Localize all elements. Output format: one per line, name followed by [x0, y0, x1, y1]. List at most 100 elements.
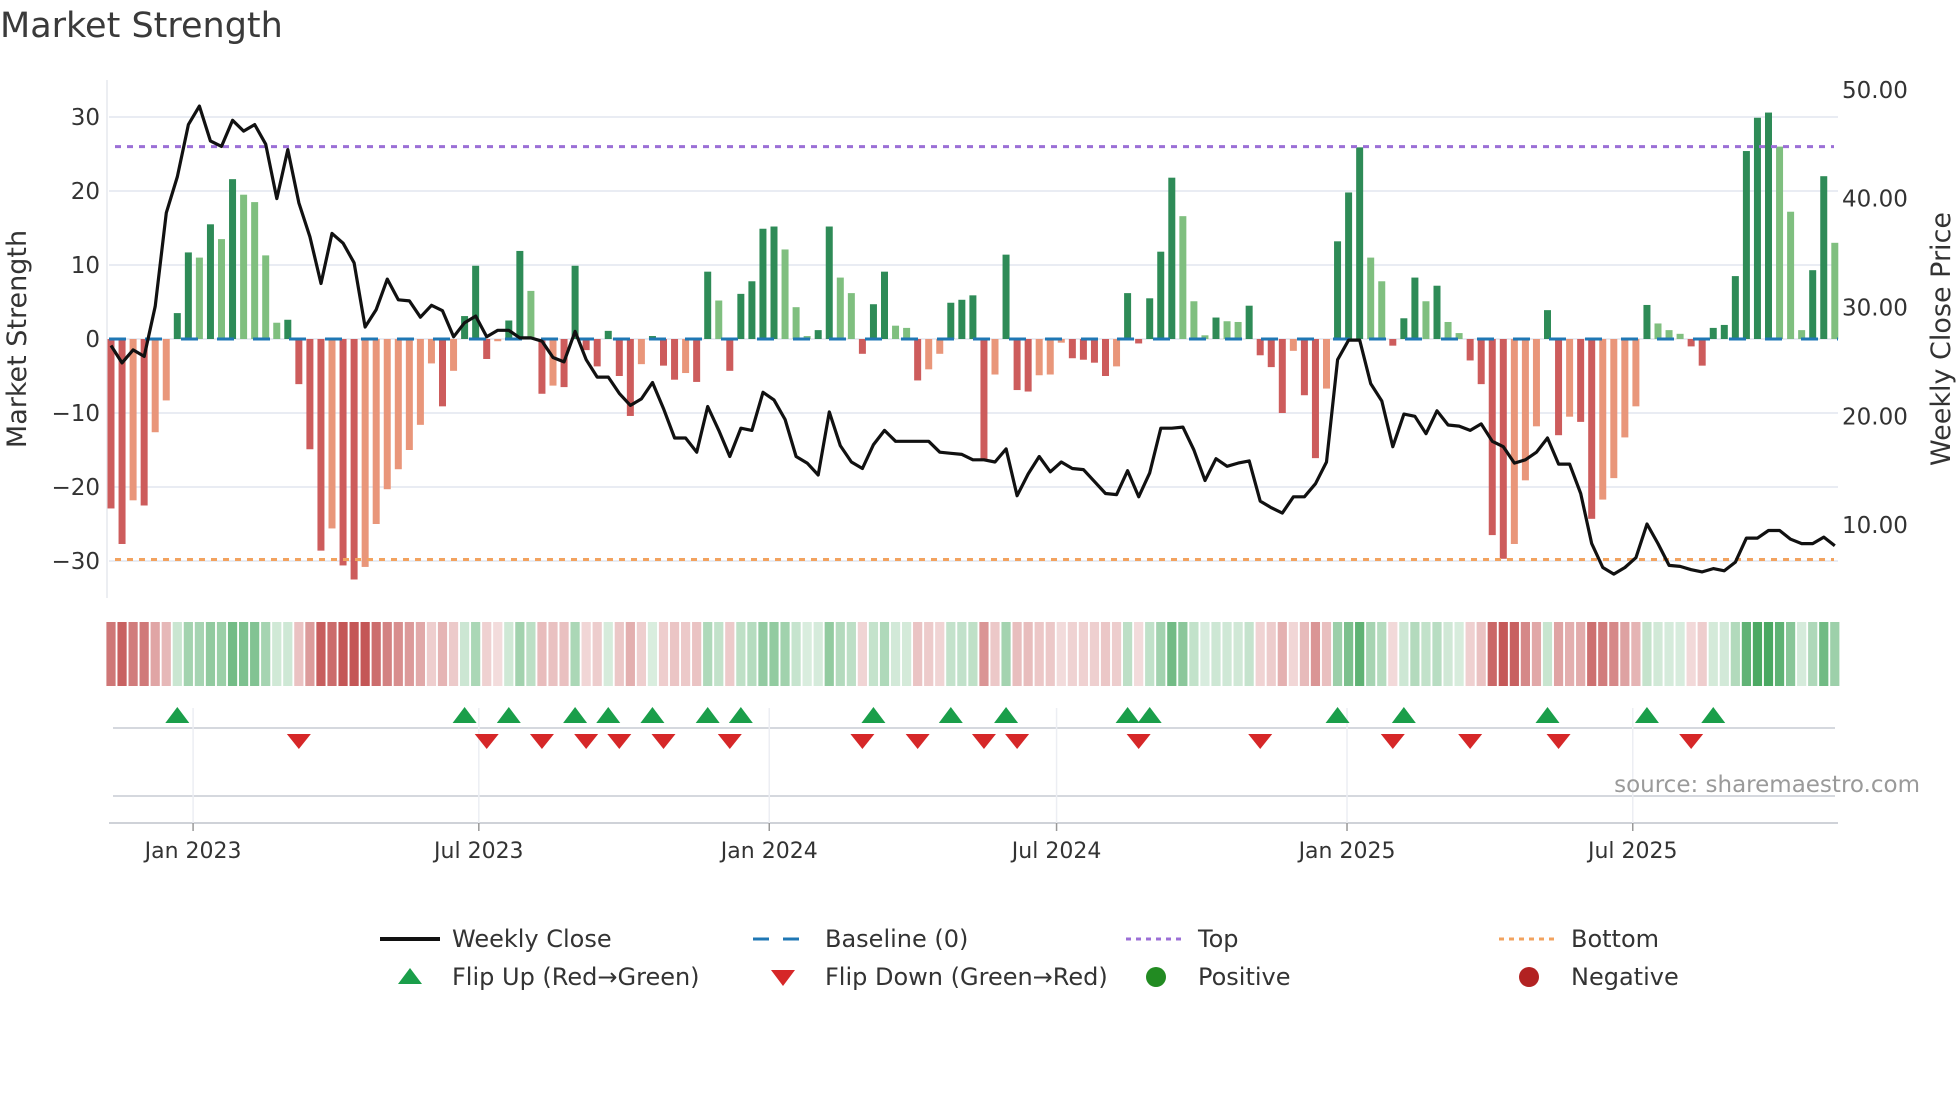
positive-bar: [903, 327, 911, 339]
positive-bar: [1709, 327, 1717, 339]
heat-cell-negative: [1697, 622, 1707, 686]
heat-cell-negative: [1531, 622, 1542, 686]
negative-bar: [1090, 339, 1098, 363]
heat-cell-negative: [935, 622, 945, 686]
heat-cell-positive: [1752, 622, 1763, 686]
flip-down-marker: [1248, 734, 1273, 749]
positive-bar: [173, 313, 181, 339]
legend-label: Flip Up (Red→Green): [452, 963, 700, 991]
heat-cell-negative: [924, 622, 934, 686]
flip-up-marker: [994, 707, 1019, 723]
negative-bar: [1311, 339, 1319, 459]
legend-weekly-close: Weekly Close: [380, 925, 612, 953]
flip-up-marker: [640, 707, 665, 723]
heat-cell-negative: [139, 622, 149, 686]
positive-bar: [1654, 323, 1662, 339]
negative-bar: [980, 339, 988, 459]
heat-cell-positive: [824, 622, 834, 686]
heat-cell-negative: [1620, 622, 1630, 686]
heat-cell-negative: [1520, 622, 1530, 686]
negative-bar: [682, 339, 690, 374]
market-strength-chart: −30 −20 −10 0 10 20 30 10.00 20.00 30.00 40.00 50.…: [2, 78, 1957, 864]
heat-cell-positive: [1167, 622, 1177, 686]
legend-positive: Positive: [1126, 963, 1291, 991]
positive-bar: [1809, 270, 1817, 339]
negative-bar: [1256, 339, 1264, 356]
positive-bar: [958, 299, 966, 339]
heat-cell-positive: [714, 622, 724, 686]
positive-bar: [1223, 321, 1231, 339]
heat-cell-negative: [1576, 622, 1586, 686]
heat-cell-positive: [1421, 622, 1431, 686]
heat-cell-negative: [1277, 622, 1287, 686]
heat-cell-positive: [813, 622, 823, 686]
negative-bar: [361, 339, 369, 567]
heat-cell-positive: [868, 622, 879, 686]
heat-cell-negative: [316, 622, 326, 686]
heat-cell-negative: [1056, 622, 1066, 686]
flip-down-marker: [971, 734, 996, 749]
positive-bar: [737, 293, 745, 339]
positive-bar: [1378, 281, 1386, 339]
flip-up-marker: [1325, 707, 1350, 723]
heat-cell-positive: [968, 622, 978, 686]
negative-bar: [439, 339, 446, 407]
heat-cell-positive: [1443, 622, 1453, 686]
positive-bar: [240, 194, 248, 339]
heat-cell-negative: [692, 622, 702, 686]
y-tick-label: −30: [51, 549, 100, 575]
heat-cell-positive: [1211, 622, 1221, 686]
heat-cell-positive: [1377, 622, 1387, 686]
positive-bar: [892, 325, 900, 339]
positive-bar: [1234, 321, 1242, 339]
positive-bar: [1765, 112, 1772, 339]
heat-cell-negative: [725, 622, 735, 686]
heat-cell-positive: [460, 622, 470, 686]
heat-cell-negative: [1255, 622, 1265, 686]
negative-bar: [1024, 339, 1032, 392]
legend-label: Baseline (0): [825, 925, 969, 953]
positive-bar: [759, 228, 767, 339]
positive-bar: [472, 265, 480, 339]
heat-cell-negative: [382, 622, 392, 686]
heat-cell-positive: [1542, 622, 1553, 686]
heat-cell-negative: [1134, 622, 1144, 686]
negative-bar: [1323, 339, 1330, 389]
heat-cell-positive: [846, 622, 856, 686]
positive-bar: [1742, 151, 1750, 339]
triangle-down-icon: [753, 965, 813, 989]
flip-down-marker: [717, 734, 742, 749]
heat-cell-negative: [857, 622, 867, 686]
heat-cell-positive: [471, 622, 481, 686]
heat-cell-negative: [482, 622, 492, 686]
negative-bar: [339, 339, 347, 566]
flip-down-marker: [1380, 734, 1405, 749]
source-label: source: sharemaestro.com: [1614, 772, 1920, 798]
heat-cell-positive: [791, 622, 801, 686]
y-tick-label: 30: [71, 105, 100, 131]
heat-cell-positive: [250, 622, 260, 686]
heat-cell-negative: [681, 622, 691, 686]
heat-cell-positive: [1642, 622, 1652, 686]
positive-bar: [1411, 277, 1419, 339]
positive-bar: [273, 322, 281, 339]
heat-cell-positive: [272, 622, 282, 686]
heat-cell-negative: [349, 622, 359, 686]
negative-bar: [107, 339, 115, 509]
positive-bar: [947, 302, 955, 339]
flip-up-marker: [1115, 707, 1140, 723]
negative-bar: [140, 339, 148, 506]
negative-bar: [1477, 339, 1485, 385]
heat-cell-positive: [1432, 622, 1442, 686]
flip-down-marker: [850, 734, 875, 749]
flip-down-marker: [1679, 734, 1704, 749]
heat-cell-positive: [205, 622, 216, 686]
strength-bars: [107, 112, 1839, 580]
strength-heatmap-strip: [106, 622, 1840, 686]
heat-cell-positive: [1819, 622, 1829, 686]
positive-bar: [814, 330, 822, 339]
positive-bar: [1002, 254, 1010, 339]
flip-down-marker: [1458, 734, 1483, 749]
heat-cell-positive: [194, 622, 204, 686]
flip-down-marker: [651, 734, 676, 749]
